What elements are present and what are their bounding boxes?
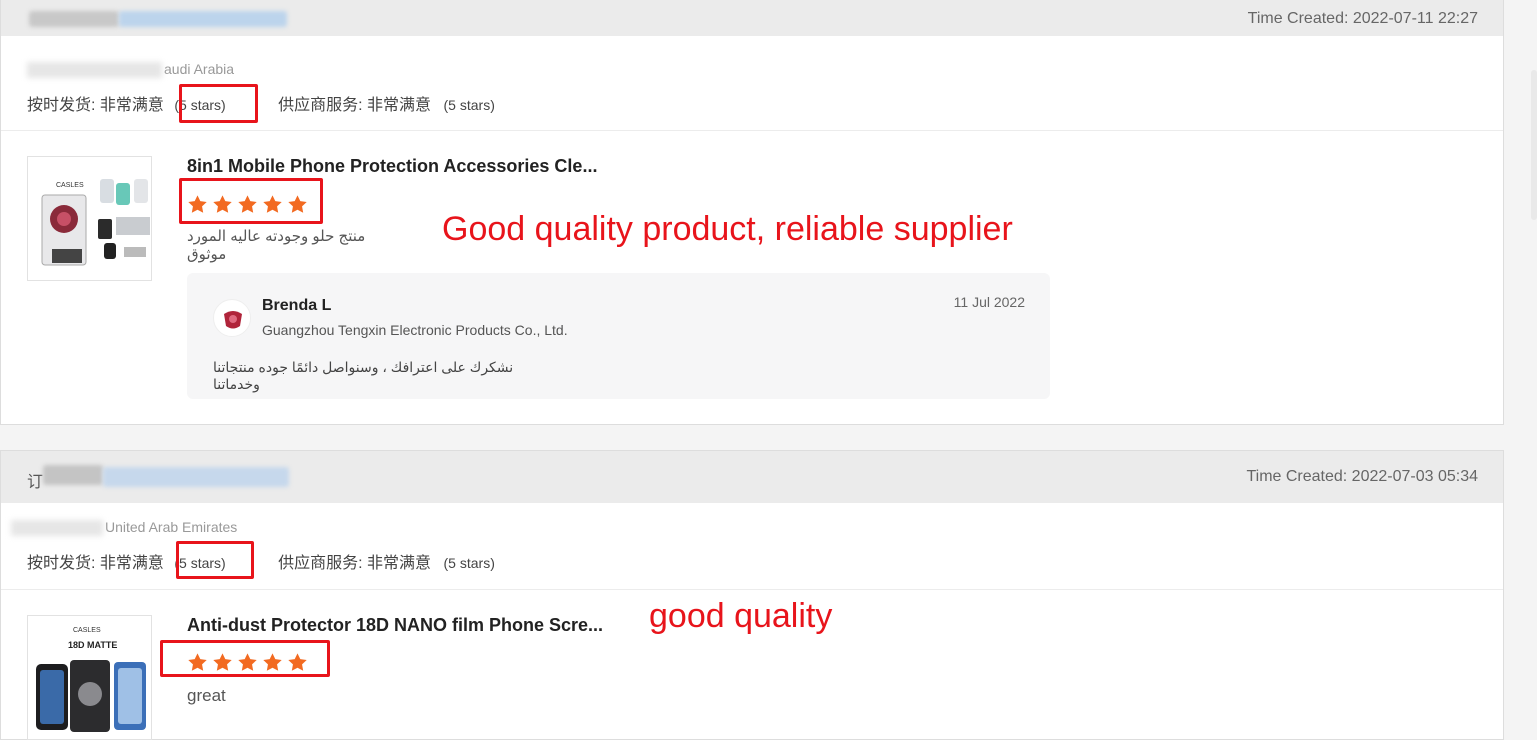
buyer-country: United Arab Emirates — [11, 519, 238, 537]
redacted-order-link — [103, 467, 289, 487]
product-thumbnail[interactable]: CASLES — [27, 156, 152, 281]
reply-company: Guangzhou Tengxin Electronic Products Co… — [262, 322, 568, 338]
ratings-line: 按时发货: 非常满意 (5 stars) 供应商服务: 非常满意 (5 star… — [27, 549, 495, 573]
product-thumbnail[interactable]: CASLES 18D MATTE — [27, 615, 152, 740]
service-stars: (5 stars) — [443, 97, 495, 113]
reply-author: Brenda L — [262, 297, 332, 314]
service-rating-label: 供应商服务: 非常满意 — [278, 97, 432, 114]
review-header: Time Created: 2022-07-11 22:27 — [1, 0, 1503, 36]
redacted-order-link — [119, 11, 287, 27]
bull-logo-icon — [215, 301, 250, 336]
annotation-text: Good quality product, reliable supplier — [442, 210, 1013, 248]
order-prefix: 订 — [27, 474, 44, 491]
delivery-rating-label: 按时发货: 非常满意 — [27, 97, 164, 114]
product-title[interactable]: 8in1 Mobile Phone Protection Accessories… — [187, 156, 597, 177]
redacted-order-number — [43, 465, 103, 485]
divider — [1, 589, 1503, 590]
thumbnail-caption: 18D MATTE — [68, 640, 117, 650]
delivery-rating-label: 按时发货: 非常满意 — [27, 555, 164, 572]
redacted-buyer-name — [27, 62, 162, 79]
thumbnail-brand: CASLES — [56, 182, 84, 189]
service-rating-label: 供应商服务: 非常满意 — [278, 555, 432, 572]
reply-text: نشكرك على اعترافك ، وسنواصل دائمًا جوده … — [213, 359, 514, 392]
review-text: great — [187, 686, 226, 705]
highlight-box — [179, 84, 258, 123]
highlight-box — [176, 541, 254, 579]
review-card: 订 Time Created: 2022-07-03 05:34 United … — [0, 450, 1504, 740]
review-header: 订 Time Created: 2022-07-03 05:34 — [1, 451, 1503, 503]
reply-date: 11 Jul 2022 — [953, 294, 1025, 310]
time-created: Time Created: 2022-07-11 22:27 — [1247, 10, 1478, 27]
service-stars: (5 stars) — [443, 555, 495, 571]
product-title[interactable]: Anti-dust Protector 18D NANO film Phone … — [187, 615, 603, 636]
product-image-icon: CASLES 18D MATTE — [28, 616, 151, 739]
supplier-reply: Brenda L Guangzhou Tengxin Electronic Pr… — [187, 273, 1050, 399]
buyer-country: audi Arabia — [27, 61, 235, 79]
highlight-box — [160, 640, 330, 677]
annotation-text: good quality — [649, 597, 833, 635]
ratings-line: 按时发货: 非常满意 (5 stars) 供应商服务: 非常满意 (5 star… — [27, 91, 495, 115]
product-image-icon: CASLES — [28, 157, 151, 280]
review-text: منتج حلو وجودته عاليه المورد موثوق — [187, 228, 366, 263]
scrollbar[interactable] — [1531, 70, 1537, 220]
country-label: United Arab Emirates — [105, 519, 238, 535]
supplier-avatar — [213, 299, 251, 337]
divider — [1, 130, 1503, 131]
country-label: audi Arabia — [164, 61, 235, 77]
redacted-buyer-name — [11, 520, 103, 537]
redacted-order-number — [29, 11, 119, 27]
time-created: Time Created: 2022-07-03 05:34 — [1246, 468, 1478, 485]
thumbnail-brand: CASLES — [73, 627, 101, 634]
highlight-box — [179, 178, 323, 224]
